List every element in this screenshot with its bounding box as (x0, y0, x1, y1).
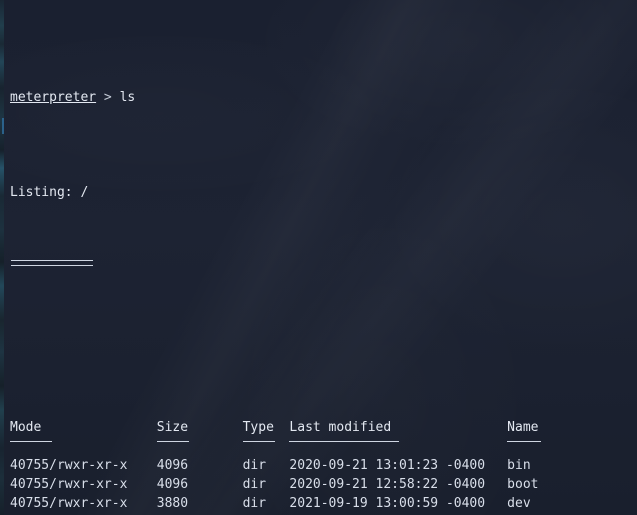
table-row: 40755/rwxr-xr-x 3880 dir 2021-09-19 13:00:5… (10, 494, 637, 513)
header-rule-last-modified (289, 437, 507, 456)
cell-mode: 40755/rwxr-xr-x (10, 458, 128, 473)
cell-type: dir (242, 477, 267, 492)
column-header-last-modified: Last modified (289, 420, 392, 435)
file-listing-table: Mode Size Type Last modified Name 40755/… (10, 418, 637, 515)
prompt-separator: > (96, 90, 120, 105)
header-rule-size (156, 437, 243, 456)
table-row: 40755/rwxr-xr-x 4096 dir 2020-09-21 12:58:2… (10, 475, 637, 494)
cell-type: dir (242, 496, 267, 511)
listing-label: Listing: (10, 185, 81, 200)
prompt-username: meterpreter (10, 90, 97, 105)
cell-last-modified: 2020-09-21 13:01:23 -0400 (289, 458, 486, 473)
cell-name: boot (507, 477, 539, 492)
terminal-window[interactable]: meterpreter > ls Listing: / Mode Size Ty… (0, 0, 637, 515)
listing-path: / (80, 185, 89, 200)
prompt-line: meterpreter > ls (10, 88, 637, 107)
listing-line: Listing: / (10, 183, 637, 202)
column-header-type: Type (242, 420, 274, 435)
column-header-mode: Mode (10, 420, 42, 435)
cell-last-modified: 2020-09-21 12:58:22 -0400 (289, 477, 486, 492)
header-rule-name (507, 437, 637, 456)
cell-size: 3880 (156, 496, 189, 511)
cell-size: 4096 (156, 477, 189, 492)
header-rule-mode (10, 437, 157, 456)
cell-name: dev (507, 496, 531, 511)
cell-name: bin (507, 458, 531, 473)
header-rule-type (242, 437, 290, 456)
cell-type: dir (242, 458, 267, 473)
cell-size: 4096 (156, 458, 189, 473)
terminal-output: meterpreter > ls Listing: / Mode Size Ty… (0, 0, 637, 515)
table-row: 40755/rwxr-xr-x 4096 dir 2020-09-21 13:01:2… (10, 456, 637, 475)
prompt-command: ls (119, 90, 136, 105)
table-header-rules (10, 437, 637, 456)
cell-mode: 40755/rwxr-xr-x (10, 477, 128, 492)
listing-double-rule (11, 260, 93, 266)
table-header-row: Mode Size Type Last modified Name (10, 418, 637, 437)
column-header-name: Name (507, 420, 539, 435)
cell-mode: 40755/rwxr-xr-x (10, 496, 128, 511)
column-header-size: Size (156, 420, 189, 435)
cell-last-modified: 2021-09-19 13:00:59 -0400 (289, 496, 486, 511)
